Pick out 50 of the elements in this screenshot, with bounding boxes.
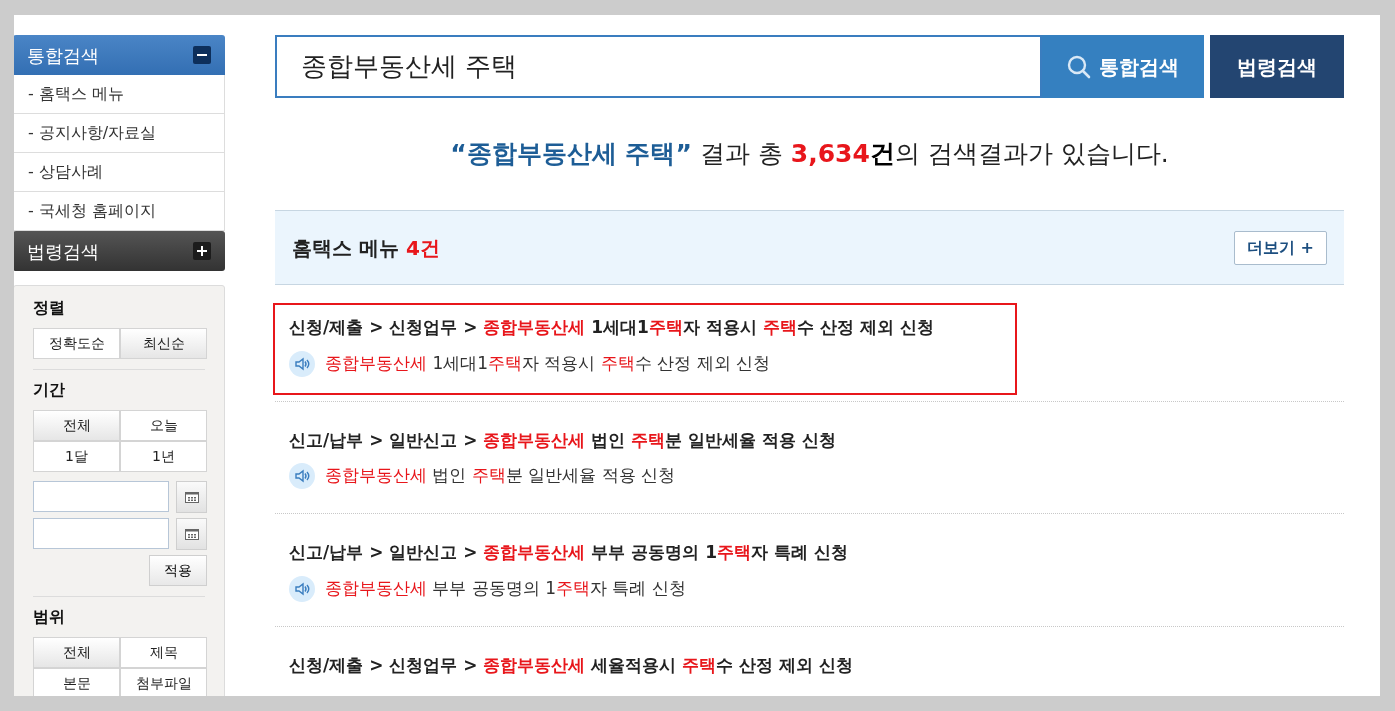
filter-title: 정렬 bbox=[33, 297, 66, 319]
result-item[interactable]: 신고/납부 > 일반신고 > 종합부동산세 부부 공동명의 1주택자 특례 신청 종합부동산세 부부 공동명의 1주택자 특례 신청 bbox=[273, 528, 1017, 620]
result-summary: “종합부동산세 주택” 결과 총 3,634건의 검색결과가 있습니다. bbox=[450, 138, 1169, 171]
result-title[interactable]: 신고/납부 > 일반신고 > 종합부동산세 부부 공동명의 1주택자 특례 신청 bbox=[289, 542, 848, 562]
sidebar-header-title: 법령검색 bbox=[27, 239, 99, 264]
calendar-button[interactable] bbox=[176, 518, 207, 550]
filter-title: 기간 bbox=[33, 379, 66, 401]
result-title[interactable]: 신고/납부 > 일반신고 > 종합부동산세 법인 주택분 일반세율 적용 신청 bbox=[289, 429, 836, 450]
result-description[interactable]: 종합부동산세 부부 공동명의 1주택자 특례 신청 bbox=[325, 575, 686, 602]
filter-option[interactable]: 본문 bbox=[33, 668, 120, 696]
result-item[interactable]: 신청/제출 > 신청업무 > 종합부동산세 1세대1주택자 적용시 주택수 산정 제외 신청 종합부동산세 1세대1주택자 적용시 주택수 산정 제외 신청 bbox=[273, 303, 1017, 395]
filter-option[interactable]: 제목 bbox=[120, 637, 207, 668]
filter-option[interactable]: 오늘 bbox=[120, 410, 207, 441]
apply-button[interactable]: 적용 bbox=[149, 555, 207, 586]
filter-option[interactable]: 전체 bbox=[33, 410, 120, 441]
date-field[interactable] bbox=[33, 481, 169, 512]
result-description[interactable]: 종합부동산세 법인 주택분 일반세율 적용 신청 bbox=[325, 463, 676, 489]
minus-icon bbox=[193, 46, 211, 64]
result-title[interactable]: 신청/제출 > 신청업무 > 종합부동산세 세율적용시 주택수 산정 제외 신청 bbox=[289, 654, 853, 675]
search-icon bbox=[1067, 54, 1091, 79]
result-item[interactable]: 신청/제출 > 신청업무 > 종합부동산세 세율적용시 주택수 산정 제외 신청 bbox=[273, 640, 1017, 696]
law-search-button[interactable]: 법령검색 bbox=[1210, 35, 1344, 98]
filter-title: 범위 bbox=[33, 606, 66, 628]
filter-option[interactable]: 1달 bbox=[33, 441, 120, 472]
result-description[interactable]: 종합부동산세 1세대1주택자 적용시 주택수 산정 제외 신청 bbox=[325, 350, 771, 377]
speaker-icon bbox=[289, 350, 315, 377]
sidebar-item[interactable]: - 공지사항/자료실 bbox=[14, 114, 225, 153]
calendar-icon bbox=[184, 528, 199, 540]
filter-option[interactable]: 첨부파일 bbox=[120, 668, 207, 696]
sidebar-item[interactable]: - 상담사례 bbox=[14, 153, 225, 192]
sidebar-header-title: 통합검색 bbox=[27, 43, 99, 68]
section-title: 홈택스 메뉴 4건 bbox=[292, 234, 440, 262]
search-field[interactable]: 종합부동산세 주택 bbox=[275, 35, 1042, 98]
more-button[interactable]: 더보기 + bbox=[1234, 230, 1327, 265]
result-item[interactable]: 신고/납부 > 일반신고 > 종합부동산세 법인 주택분 일반세율 적용 신청 종합부동산세 법인 주택분 일반세율 적용 신청 bbox=[273, 415, 1017, 507]
date-field[interactable] bbox=[33, 518, 169, 549]
sidebar-item[interactable]: - 홈택스 메뉴 bbox=[14, 75, 225, 114]
result-title[interactable]: 신청/제출 > 신청업무 > 종합부동산세 1세대1주택자 적용시 주택수 산정 제외 신청 bbox=[289, 317, 934, 337]
filter-option[interactable]: 정확도순 bbox=[33, 328, 120, 359]
calendar-icon bbox=[184, 491, 199, 503]
plus-icon bbox=[193, 242, 211, 260]
sidebar-header[interactable]: 통합검색 bbox=[14, 35, 225, 75]
search-button[interactable]: 통합검색 bbox=[1042, 35, 1204, 98]
speaker-icon bbox=[289, 463, 315, 489]
speaker-icon bbox=[289, 575, 315, 602]
filter-option[interactable]: 최신순 bbox=[120, 328, 207, 359]
sidebar-header[interactable]: 법령검색 bbox=[14, 231, 225, 271]
filter-option[interactable]: 1년 bbox=[120, 441, 207, 472]
calendar-button[interactable] bbox=[176, 481, 207, 513]
filter-option[interactable]: 전체 bbox=[33, 637, 120, 668]
